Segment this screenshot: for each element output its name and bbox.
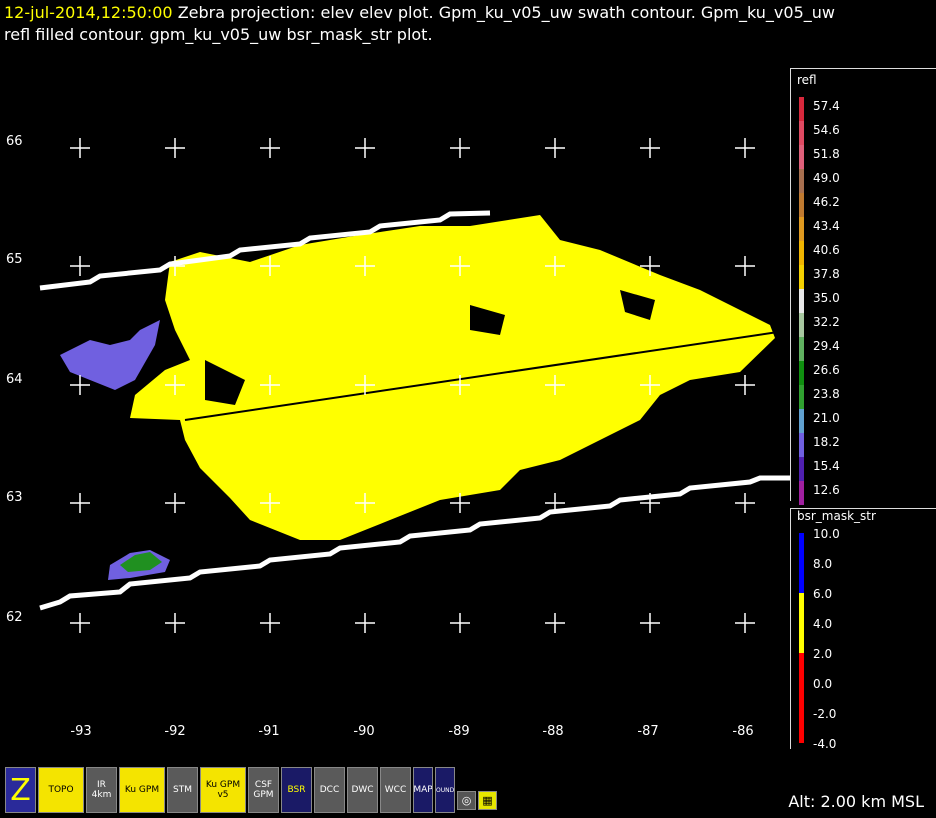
lon-label: -92 [164, 724, 186, 739]
mask-legend-label: 4.0 [813, 617, 833, 631]
refl-legend: refl 57.4 54.6 51.8 49.0 46.2 43.4 40.6 37.8 35.… [790, 68, 936, 505]
icon-toolbar: Z TOPO IR 4km Ku GPM STM Ku GPM v5 CSF G… [5, 767, 497, 817]
mask-legend-label: -2.0 [813, 707, 837, 721]
mask-legend-swatch [799, 683, 804, 713]
refl-legend-label: 57.4 [813, 99, 840, 113]
wcc-icon[interactable]: WCC [380, 767, 411, 813]
lon-label: -86 [732, 724, 754, 739]
refl-legend-swatch [799, 169, 804, 193]
mask-legend-label: 2.0 [813, 647, 833, 661]
altitude-label: Alt: 2.00 km MSL [788, 792, 924, 811]
refl-legend-swatch [799, 217, 804, 241]
refl-legend-swatch [799, 121, 804, 145]
lat-label: 66 [6, 134, 23, 149]
lat-label: 62 [6, 610, 23, 625]
refl-legend-title: refl [797, 73, 817, 87]
refl-low-patch [60, 320, 160, 390]
lat-label: 63 [6, 490, 23, 505]
mask-legend-swatch [799, 593, 804, 623]
refl-legend-swatch [799, 97, 804, 121]
refl-legend-label: 26.6 [813, 363, 840, 377]
refl-legend-label: 37.8 [813, 267, 840, 281]
refl-legend-swatch [799, 265, 804, 289]
refl-legend-label: 51.8 [813, 147, 840, 161]
refl-legend-label: 15.4 [813, 459, 840, 473]
ir-4km-icon[interactable]: IR 4km [86, 767, 117, 813]
radar-plot[interactable] [0, 0, 790, 760]
refl-legend-swatch [799, 409, 804, 433]
topo-icon[interactable]: TOPO [38, 767, 84, 813]
lat-label: 65 [6, 252, 23, 267]
mask-legend-swatch [799, 623, 804, 653]
mask-legend-label: 10.0 [813, 527, 840, 541]
mask-legend-label: -4.0 [813, 737, 837, 751]
dwc-icon[interactable]: DWC [347, 767, 378, 813]
refl-legend-label: 29.4 [813, 339, 840, 353]
bsr-icon[interactable]: BSR [281, 767, 312, 813]
lat-label: 64 [6, 372, 23, 387]
lon-label: -88 [542, 724, 564, 739]
dcc-icon[interactable]: DCC [314, 767, 345, 813]
bsr-mask-legend-title: bsr_mask_str [797, 509, 876, 523]
mask-legend-swatch [799, 713, 804, 743]
refl-legend-label: 23.8 [813, 387, 840, 401]
refl-legend-swatch [799, 481, 804, 505]
refl-legend-label: 46.2 [813, 195, 840, 209]
zebra-logo-icon[interactable]: Z [5, 767, 36, 813]
refl-legend-swatch [799, 337, 804, 361]
refl-legend-swatch [799, 193, 804, 217]
mask-legend-label: 6.0 [813, 587, 833, 601]
refl-legend-swatch [799, 361, 804, 385]
refl-legend-label: 21.0 [813, 411, 840, 425]
map-icon[interactable]: MAP [413, 767, 433, 813]
csf-gpm-icon[interactable]: CSF GPM [248, 767, 279, 813]
refl-legend-swatch [799, 433, 804, 457]
refl-legend-swatch [799, 457, 804, 481]
grid-icon[interactable]: ▦ [478, 791, 497, 810]
refl-legend-label: 40.6 [813, 243, 840, 257]
mask-legend-label: 0.0 [813, 677, 833, 691]
mask-legend-swatch [799, 563, 804, 593]
bsr-mask-legend: bsr_mask_str 10.0 8.0 6.0 4.0 2.0 0.0 -2.0 -4.0 [790, 508, 936, 751]
mask-legend-swatch [799, 533, 804, 563]
ku-gpm-icon[interactable]: Ku GPM [119, 767, 165, 813]
refl-legend-swatch [799, 145, 804, 169]
refl-legend-swatch [799, 385, 804, 409]
ku-gpm-v5-icon[interactable]: Ku GPM v5 [200, 767, 246, 813]
lon-label: -93 [70, 724, 92, 739]
lon-label: -90 [353, 724, 375, 739]
lon-label: -87 [637, 724, 659, 739]
bounds-icon[interactable]: BOUNDS [435, 767, 455, 813]
refl-legend-swatch [799, 289, 804, 313]
refl-legend-label: 12.6 [813, 483, 840, 497]
refl-legend-swatch [799, 241, 804, 265]
refl-legend-label: 54.6 [813, 123, 840, 137]
refl-legend-swatch [799, 313, 804, 337]
stm-icon[interactable]: STM [167, 767, 198, 813]
target-icon[interactable]: ◎ [457, 791, 476, 810]
lon-label: -91 [258, 724, 280, 739]
refl-legend-label: 35.0 [813, 291, 840, 305]
mask-legend-label: 8.0 [813, 557, 833, 571]
refl-legend-label: 43.4 [813, 219, 840, 233]
refl-legend-label: 49.0 [813, 171, 840, 185]
refl-legend-label: 32.2 [813, 315, 840, 329]
refl-legend-label: 18.2 [813, 435, 840, 449]
lon-label: -89 [448, 724, 470, 739]
mask-legend-swatch [799, 653, 804, 683]
